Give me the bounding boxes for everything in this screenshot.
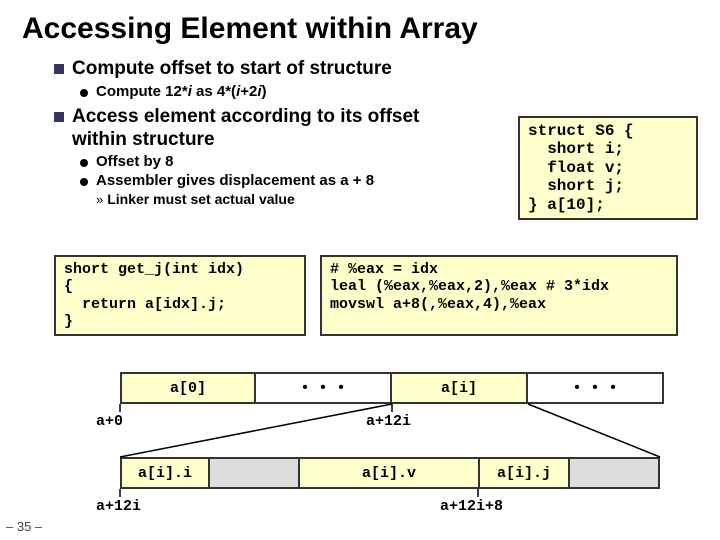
slide-number: – 35 – [6,519,42,534]
bullet-1: Compute offset to start of structure [54,58,702,81]
field-cell-v: a[i].v [300,457,480,489]
bullet-1-sub-1: Compute 12*i as 4*(i+2i) [80,83,702,100]
disc-bullet-icon [80,89,88,97]
struct-field-diagram: a[i].i a[i].v a[i].j [120,457,664,489]
array-cell-ellipsis: • • • [256,372,392,404]
disc-bullet-icon [80,178,88,186]
array-cell-i: a[i] [392,372,528,404]
field-cell-pad [570,457,660,489]
pointer-label-a12i8: a+12i+8 [440,498,503,515]
arrow-bullet-icon: » [96,192,103,207]
bullet-2-sub-1-text: Offset by 8 [96,153,174,170]
square-bullet-icon [54,64,64,74]
disc-bullet-icon [80,159,88,167]
slide-title: Accessing Element within Array [0,0,720,50]
bullet-2: Access element according to its offset w… [54,106,469,152]
bullet-2-sub-2-sub-text: Linker must set actual value [107,191,295,207]
array-cell-ellipsis: • • • [528,372,664,404]
c-code-box: short get_j(int idx) { return a[idx].j; … [54,255,306,336]
bullet-2-sub-2-text: Assembler gives displacement as a + 8 [96,172,374,189]
field-cell-i: a[i].i [120,457,210,489]
pointer-label-a12i: a+12i [366,413,411,430]
field-cell-j: a[i].j [480,457,570,489]
bullet-1-text: Compute offset to start of structure [72,58,392,81]
asm-code-box: # %eax = idx leal (%eax,%eax,2),%eax # 3… [320,255,678,336]
square-bullet-icon [54,112,64,122]
pointer-label-a0: a+0 [96,413,123,430]
struct-code-box: struct S6 { short i; float v; short j; }… [518,116,698,220]
field-cell-pad [210,457,300,489]
code-row: short get_j(int idx) { return a[idx].j; … [54,255,678,336]
bullet-2-text: Access element according to its offset w… [72,106,469,152]
bullet-1-sub-1-text: Compute 12*i as 4*(i+2i) [96,83,267,100]
array-diagram: a[0] • • • a[i] • • • [120,372,664,404]
pointer-label-a12i-b: a+12i [96,498,141,515]
array-cell-0: a[0] [120,372,256,404]
